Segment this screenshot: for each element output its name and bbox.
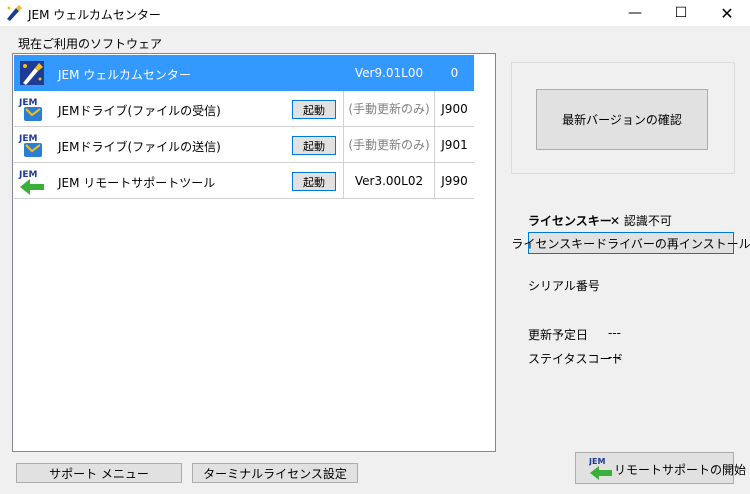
jem-wizard-icon (20, 61, 44, 85)
jem-remote-icon: JEM (18, 170, 44, 195)
svg-text:JEM: JEM (18, 170, 37, 180)
software-code: 0 (434, 55, 474, 90)
software-list-label: 現在ご利用のソフトウェア (18, 37, 163, 51)
serial-number-label: シリアル番号 (528, 279, 600, 293)
support-menu-button[interactable]: サポート メニュー (16, 463, 182, 483)
renewal-date-value: --- (608, 326, 621, 340)
check-latest-version-button[interactable]: 最新バージョンの確認 (536, 89, 708, 150)
jem-remote-icon: JEM (589, 457, 612, 480)
minimize-button[interactable]: — (612, 0, 658, 26)
jem-drive-icon: JEM (18, 134, 42, 157)
software-name: JEM リモートサポートツール (58, 176, 216, 190)
jem-logo-text: JEM (589, 457, 605, 466)
terminal-license-button[interactable]: ターミナルライセンス設定 (192, 463, 358, 483)
software-list[interactable]: JEM ウェルカムセンター Ver9.01L00 0 JEM JEMドライブ(フ… (12, 53, 496, 452)
launch-button[interactable]: 起動 (292, 136, 336, 155)
software-version: (手動更新のみ) (343, 127, 434, 162)
software-name: JEM ウェルカムセンター (58, 68, 191, 82)
maximize-button[interactable]: ☐ (658, 0, 704, 26)
software-name: JEMドライブ(ファイルの受信) (58, 104, 221, 118)
software-version: Ver3.00L02 (343, 163, 434, 198)
close-button[interactable]: ✕ (704, 0, 750, 26)
svg-text:JEM: JEM (18, 134, 37, 144)
svg-text:JEM: JEM (18, 98, 37, 108)
reinstall-driver-button[interactable]: ライセンスキードライバーの再インストール (511, 232, 750, 254)
renewal-date-label: 更新予定日 (528, 328, 589, 342)
license-key-label: ライセンスキー (528, 214, 612, 228)
title-bar: JEM ウェルカムセンター — ☐ ✕ (0, 0, 750, 26)
jem-drive-icon: JEM (18, 98, 42, 121)
software-version: (手動更新のみ) (343, 91, 434, 126)
software-row-drive-receive[interactable]: JEM JEMドライブ(ファイルの受信) 起動 (手動更新のみ) J900 (14, 91, 474, 127)
launch-button[interactable]: 起動 (292, 172, 336, 191)
software-row-drive-send[interactable]: JEM JEMドライブ(ファイルの送信) 起動 (手動更新のみ) J901 (14, 127, 474, 163)
software-version: Ver9.01L00 (343, 55, 434, 90)
status-code-value: --- (608, 350, 621, 364)
app-wizard-icon (7, 5, 22, 21)
software-name: JEMドライブ(ファイルの送信) (58, 140, 221, 154)
start-remote-support-button[interactable]: JEM リモートサポートの開始 (575, 452, 746, 484)
launch-button[interactable]: 起動 (292, 100, 336, 119)
software-row-remote-support[interactable]: JEM JEM リモートサポートツール 起動 Ver3.00L02 J990 (14, 163, 474, 199)
software-code: J990 (434, 163, 474, 198)
software-row-welcome-center[interactable]: JEM ウェルカムセンター Ver9.01L00 0 (14, 55, 474, 91)
software-code: J901 (434, 127, 474, 162)
window-title: JEM ウェルカムセンター (28, 8, 161, 22)
license-status: ✕ 認識不可 (610, 214, 672, 228)
software-code: J900 (434, 91, 474, 126)
start-remote-support-label: リモートサポートの開始 (614, 463, 747, 477)
